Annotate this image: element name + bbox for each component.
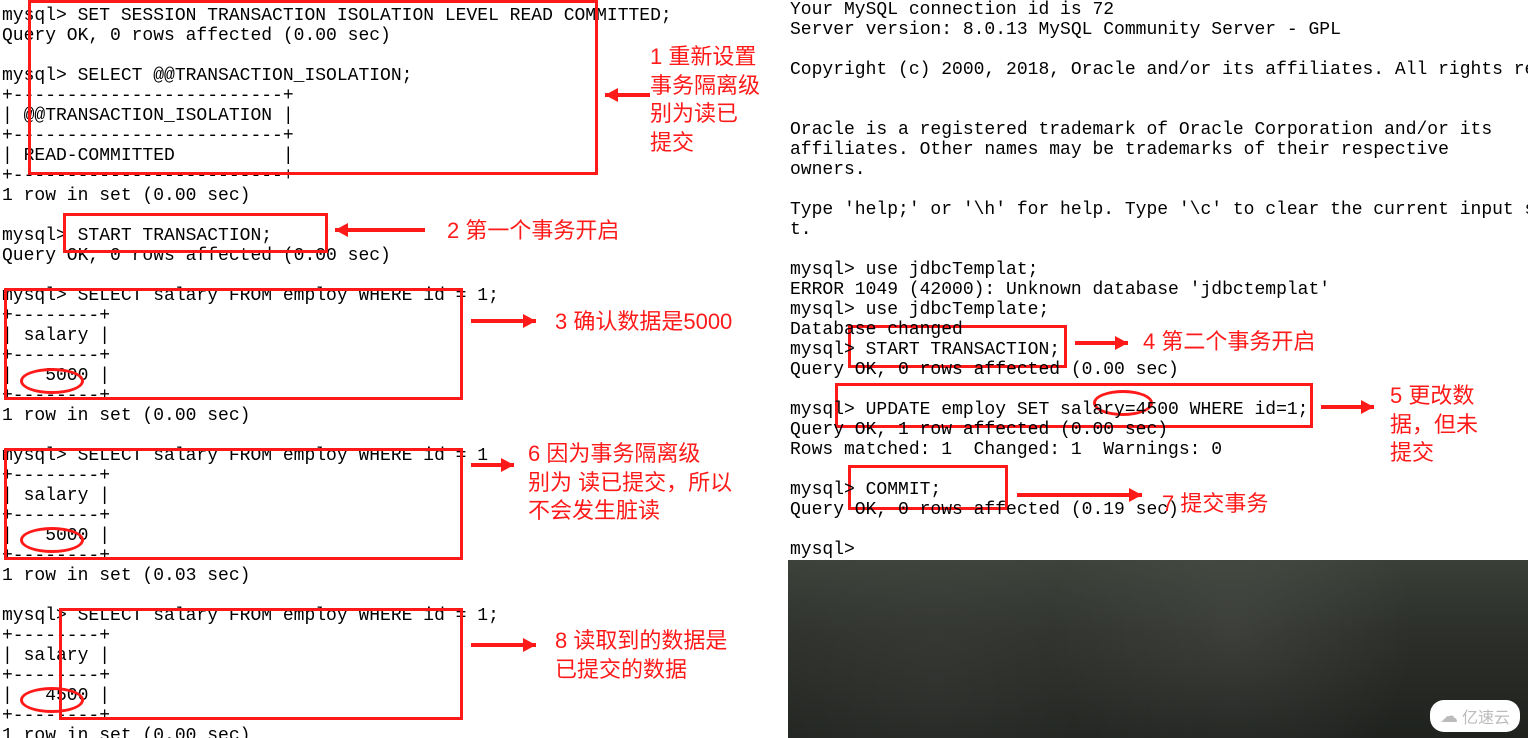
watermark-label: 亿速云 bbox=[1462, 704, 1510, 728]
annotation-text-3: 3 确认数据是5000 bbox=[555, 308, 732, 337]
annotation-text-6: 6 因为事务隔离级 别为 读已提交，所以 不会发生脏读 bbox=[528, 440, 732, 526]
terminal-right-output: Your MySQL connection id is 72 Server ve… bbox=[790, 0, 1528, 560]
annotation-text-8: 8 读取到的数据是 已提交的数据 bbox=[555, 627, 727, 684]
desktop-wallpaper bbox=[788, 560, 1528, 738]
cloud-icon: ☁ bbox=[1440, 706, 1458, 727]
terminal-left[interactable]: mysql> SET SESSION TRANSACTION ISOLATION… bbox=[0, 0, 788, 738]
watermark: ☁ 亿速云 bbox=[1430, 700, 1520, 732]
terminal-right[interactable]: Your MySQL connection id is 72 Server ve… bbox=[788, 0, 1528, 738]
annotation-text-1: 1 重新设置 事务隔离级 别为读已 提交 bbox=[650, 43, 760, 157]
annotation-text-2: 2 第一个事务开启 bbox=[447, 217, 619, 246]
